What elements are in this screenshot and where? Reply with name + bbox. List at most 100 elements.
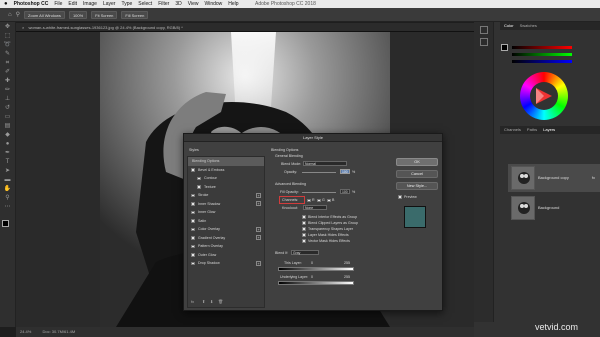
style-stroke[interactable]: Stroke + — [188, 191, 264, 200]
close-tab-icon[interactable]: × — [22, 25, 24, 30]
history-panel-icon[interactable] — [479, 26, 488, 34]
zoom-100-button[interactable]: 100% — [68, 10, 88, 19]
add-style-icon[interactable]: + — [256, 192, 261, 198]
channel-r-checkbox[interactable] — [307, 198, 311, 202]
style-bevel-emboss[interactable]: Bevel & Emboss — [188, 166, 264, 175]
zoom-tool-icon[interactable]: ⚲ — [16, 8, 20, 22]
tab-paths[interactable]: Paths — [527, 126, 537, 134]
document-tab[interactable]: × woman-s-white-framed-sunglasses-193612… — [16, 23, 474, 32]
fill-opacity-slider[interactable] — [302, 192, 336, 193]
add-style-icon[interactable]: + — [256, 235, 261, 240]
eraser-tool-icon[interactable]: ▭ — [4, 113, 12, 121]
menu-help[interactable]: Help — [228, 0, 238, 8]
pen-tool-icon[interactable]: ✒ — [4, 149, 12, 157]
style-drop-shadow[interactable]: Drop Shadow + — [188, 259, 264, 268]
foreground-color-swatch[interactable] — [2, 220, 9, 227]
style-satin[interactable]: Satin — [188, 217, 264, 226]
zoom-tool-icon[interactable]: ⚲ — [4, 194, 12, 202]
gradient-tool-icon[interactable]: ▤ — [4, 122, 12, 130]
menu-window[interactable]: Window — [204, 0, 222, 8]
blend-interior-checkbox[interactable] — [302, 215, 306, 219]
checkbox[interactable] — [191, 236, 195, 240]
more-tools-icon[interactable]: ⋯ — [4, 203, 12, 211]
vector-mask-hides-checkbox[interactable] — [302, 239, 306, 243]
style-blending-options[interactable]: Blending Options — [188, 157, 264, 166]
add-style-icon[interactable]: + — [256, 260, 261, 266]
menu-view[interactable]: View — [188, 0, 199, 8]
fg-swatch-small[interactable] — [501, 44, 508, 51]
opacity-input[interactable]: 100 — [340, 169, 350, 174]
checkbox[interactable] — [191, 210, 195, 214]
menu-select[interactable]: Select — [138, 0, 152, 8]
menu-type[interactable]: Type — [121, 0, 132, 8]
dodge-tool-icon[interactable]: ● — [4, 140, 12, 148]
channel-g-checkbox[interactable] — [317, 198, 321, 202]
checkbox[interactable] — [191, 261, 195, 265]
color-slider-1[interactable] — [512, 46, 572, 49]
transparency-shapes-checkbox[interactable] — [302, 227, 306, 231]
color-triangle[interactable] — [534, 86, 554, 106]
checkbox[interactable] — [191, 193, 195, 197]
style-contour[interactable]: Contour — [188, 174, 264, 183]
checkbox[interactable] — [197, 185, 201, 189]
fill-screen-button[interactable]: Fill Screen — [121, 10, 149, 19]
style-outer-glow[interactable]: Outer Glow — [188, 251, 264, 260]
stamp-tool-icon[interactable]: ⊥ — [4, 95, 12, 103]
style-gradient-overlay[interactable]: Gradient Overlay + — [188, 234, 264, 243]
underlying-layer-gradient-slider[interactable] — [278, 281, 354, 285]
menu-edit[interactable]: Edit — [68, 0, 77, 8]
tab-swatches[interactable]: Swatches — [520, 22, 537, 30]
style-inner-glow[interactable]: Inner Glow — [188, 208, 264, 217]
checkbox[interactable] — [191, 253, 195, 257]
fill-opacity-input[interactable]: 100 — [340, 189, 350, 194]
channel-b-checkbox[interactable] — [327, 198, 331, 202]
color-slider-3[interactable] — [512, 60, 572, 63]
menu-filter[interactable]: Filter — [158, 0, 169, 8]
color-slider-2[interactable] — [512, 53, 572, 56]
fx-icon[interactable]: fx — [592, 175, 595, 180]
blur-tool-icon[interactable]: ◆ — [4, 131, 12, 139]
marquee-tool-icon[interactable]: ⬚ — [4, 32, 12, 40]
tab-color[interactable]: Color — [504, 22, 514, 30]
knockout-select[interactable]: None — [303, 205, 327, 210]
menu-layer[interactable]: Layer — [103, 0, 116, 8]
fit-screen-button[interactable]: Fit Screen — [91, 10, 118, 19]
style-color-overlay[interactable]: Color Overlay + — [188, 225, 264, 234]
move-down-icon[interactable]: ⬇ — [210, 299, 213, 304]
layer-row-background-copy[interactable]: Background copy fx — [508, 164, 600, 192]
move-up-icon[interactable]: ⬆ — [202, 299, 205, 304]
blend-clipped-checkbox[interactable] — [302, 221, 306, 225]
quick-select-tool-icon[interactable]: ✎ — [4, 50, 12, 58]
hand-tool-icon[interactable]: ✋ — [4, 185, 12, 193]
properties-panel-icon[interactable] — [479, 38, 488, 46]
style-pattern-overlay[interactable]: Pattern Overlay — [188, 242, 264, 251]
shape-tool-icon[interactable]: ▬ — [4, 176, 12, 184]
menu-3d[interactable]: 3D — [175, 0, 181, 8]
ok-button[interactable]: OK — [396, 158, 438, 166]
healing-tool-icon[interactable]: ✚ — [4, 77, 12, 85]
history-brush-icon[interactable]: ↺ — [4, 104, 12, 112]
zoom-all-windows-checkbox[interactable]: Zoom All Windows — [24, 10, 65, 19]
brush-tool-icon[interactable]: ✏ — [4, 86, 12, 94]
new-style-button[interactable]: New Style... — [396, 182, 438, 190]
checkbox[interactable] — [191, 202, 195, 206]
fx-menu-icon[interactable]: fx — [191, 299, 194, 304]
lasso-tool-icon[interactable]: ➰ — [4, 41, 12, 49]
type-tool-icon[interactable]: T — [4, 158, 12, 166]
this-layer-gradient-slider[interactable] — [278, 267, 354, 271]
path-select-tool-icon[interactable]: ➤ — [4, 167, 12, 175]
trash-icon[interactable]: 🗑 — [218, 299, 223, 304]
layer-mask-hides-checkbox[interactable] — [302, 233, 306, 237]
layer-row-background[interactable]: Background — [508, 194, 600, 222]
style-inner-shadow[interactable]: Inner Shadow + — [188, 200, 264, 209]
crop-tool-icon[interactable]: ⌗ — [4, 59, 12, 67]
cancel-button[interactable]: Cancel — [396, 170, 438, 178]
tab-channels[interactable]: Channels — [504, 126, 521, 134]
blend-if-select[interactable]: Gray — [291, 250, 319, 255]
preview-checkbox[interactable] — [398, 195, 402, 199]
checkbox[interactable] — [197, 176, 201, 180]
eyedropper-tool-icon[interactable]: ✐ — [4, 68, 12, 76]
style-texture[interactable]: Texture — [188, 183, 264, 192]
menu-file[interactable]: File — [54, 0, 62, 8]
checkbox[interactable] — [191, 227, 195, 231]
